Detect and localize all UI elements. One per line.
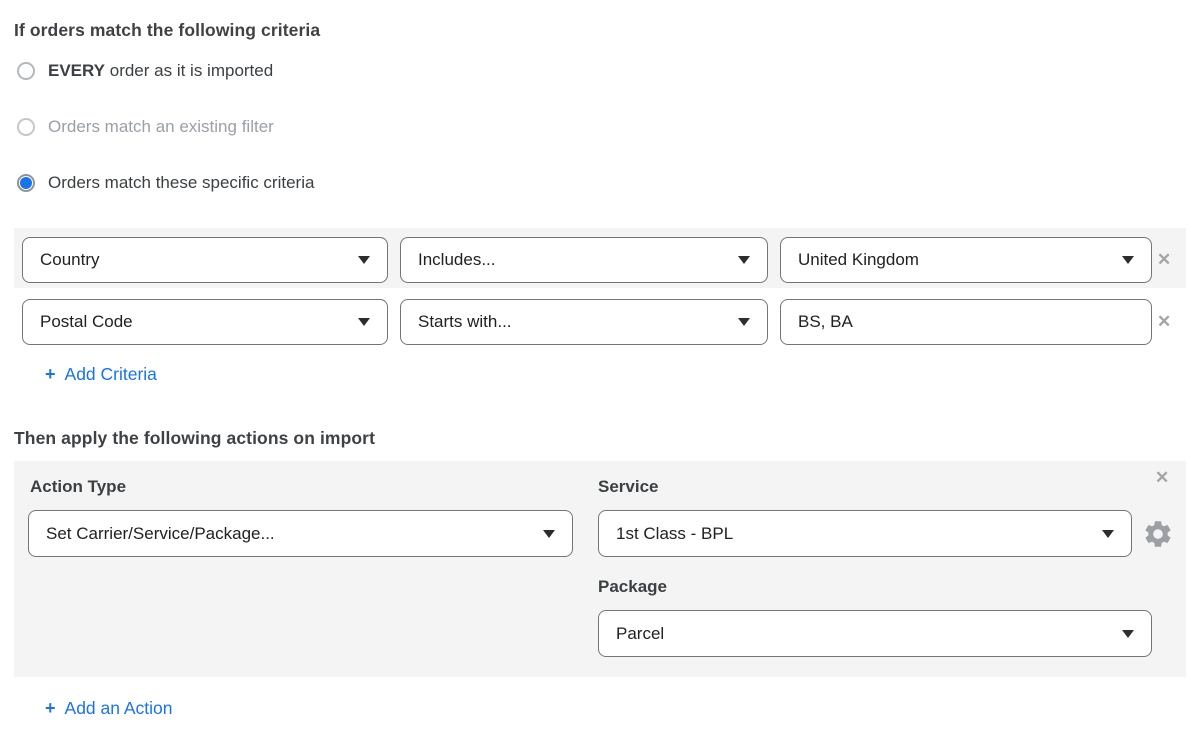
radio-option-label: Orders match an existing filter <box>48 117 274 137</box>
add-action-label: Add an Action <box>65 698 173 719</box>
automation-rule-editor: If orders match the following criteria E… <box>0 0 1200 746</box>
chevron-down-icon <box>738 318 750 326</box>
criteria-operator-dropdown[interactable]: Starts with... <box>400 299 768 345</box>
chevron-down-icon <box>1122 630 1134 638</box>
remove-criteria-icon[interactable]: ✕ <box>1157 312 1171 332</box>
radio-option-specific-criteria[interactable]: Orders match these specific criteria <box>17 170 314 196</box>
criteria-field-value: Country <box>40 250 100 270</box>
radio-option-label: Orders match these specific criteria <box>48 173 314 193</box>
action-type-label: Action Type <box>30 477 126 497</box>
criteria-value-input[interactable] <box>780 299 1152 345</box>
add-criteria-button[interactable]: + Add Criteria <box>45 364 157 385</box>
criteria-value-dropdown[interactable]: United Kingdom <box>780 237 1152 283</box>
criteria-value: United Kingdom <box>798 250 919 270</box>
radio-option-every-order[interactable]: EVERY order as it is imported <box>17 58 273 84</box>
remove-criteria-icon[interactable]: ✕ <box>1157 250 1171 270</box>
package-label: Package <box>598 577 667 597</box>
radio-option-existing-filter[interactable]: Orders match an existing filter <box>17 114 274 140</box>
chevron-down-icon <box>358 318 370 326</box>
chevron-down-icon <box>738 256 750 264</box>
chevron-down-icon <box>1122 256 1134 264</box>
chevron-down-icon <box>543 530 555 538</box>
radio-unselected-icon[interactable] <box>17 62 35 80</box>
criteria-operator-value: Includes... <box>418 250 496 270</box>
chevron-down-icon <box>358 256 370 264</box>
chevron-down-icon <box>1102 530 1114 538</box>
plus-icon: + <box>45 698 56 719</box>
actions-heading: Then apply the following actions on impo… <box>14 428 375 449</box>
service-dropdown[interactable]: 1st Class - BPL <box>598 510 1132 557</box>
radio-selected-icon[interactable] <box>17 174 35 192</box>
plus-icon: + <box>45 364 56 385</box>
package-dropdown[interactable]: Parcel <box>598 610 1152 657</box>
criteria-operator-value: Starts with... <box>418 312 512 332</box>
criteria-heading: If orders match the following criteria <box>14 20 320 41</box>
gear-icon[interactable] <box>1142 518 1174 550</box>
add-criteria-label: Add Criteria <box>65 364 157 385</box>
action-type-dropdown[interactable]: Set Carrier/Service/Package... <box>28 510 573 557</box>
action-type-value: Set Carrier/Service/Package... <box>46 524 275 544</box>
criteria-field-value: Postal Code <box>40 312 133 332</box>
criteria-field-dropdown[interactable]: Postal Code <box>22 299 388 345</box>
criteria-field-dropdown[interactable]: Country <box>22 237 388 283</box>
add-action-button[interactable]: + Add an Action <box>45 698 173 719</box>
remove-action-icon[interactable]: ✕ <box>1155 468 1169 488</box>
service-label: Service <box>598 477 659 497</box>
radio-unselected-icon[interactable] <box>17 118 35 136</box>
criteria-operator-dropdown[interactable]: Includes... <box>400 237 768 283</box>
package-value: Parcel <box>616 624 664 644</box>
radio-option-label: EVERY order as it is imported <box>48 61 273 81</box>
service-value: 1st Class - BPL <box>616 524 733 544</box>
